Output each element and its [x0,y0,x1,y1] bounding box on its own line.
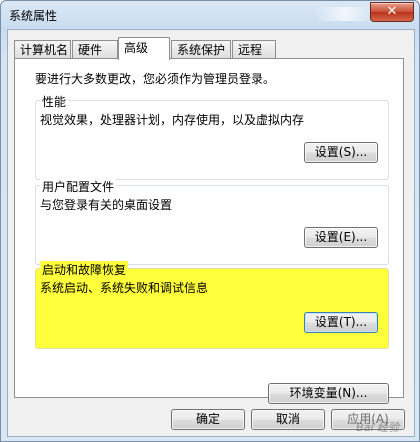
startup-recovery-settings-button[interactable]: 设置(T)... [304,312,378,333]
user-profiles-settings-button[interactable]: 设置(E)... [304,227,378,248]
title-bar[interactable]: 系统属性 ✕ [1,1,419,29]
user-profiles-description: 与您登录有关的桌面设置 [40,198,173,212]
performance-title: 性能 [40,93,69,110]
tab-system-protection[interactable]: 系统保护 [171,40,231,58]
footer-buttons: 确定 取消 应用(A) [8,404,414,436]
close-button[interactable]: ✕ [370,2,414,22]
window-title: 系统属性 [9,9,58,23]
tab-computer-name[interactable]: 计算机名 [14,40,71,58]
startup-recovery-description: 系统启动、系统失败和调试信息 [40,281,209,295]
dialog-client: 计算机名 硬件 高级 系统保护 远程 要进行大多数更改，您必须作为管理员登录。 … [7,29,415,437]
startup-recovery-title: 启动和故障恢复 [40,261,129,278]
advanced-panel: 要进行大多数更改，您必须作为管理员登录。 性能 视觉效果，处理器计划，内存使用，… [14,58,404,404]
performance-settings-button[interactable]: 设置(S)... [304,142,378,163]
user-profiles-title: 用户配置文件 [40,178,117,195]
tab-advanced[interactable]: 高级 [118,37,170,60]
performance-group: 性能 视觉效果，处理器计划，内存使用，以及虚拟内存 设置(S)... [35,93,389,180]
performance-description: 视觉效果，处理器计划，内存使用，以及虚拟内存 [40,113,305,127]
startup-recovery-group: 启动和故障恢复 系统启动、系统失败和调试信息 设置(T)... [35,261,389,349]
tab-remote[interactable]: 远程 [232,40,276,58]
cancel-button[interactable]: 取消 [251,409,325,430]
admin-notice: 要进行大多数更改，您必须作为管理员登录。 [35,72,276,86]
ok-button[interactable]: 确定 [171,409,245,430]
watermark: Bai 经验 [356,421,399,434]
user-profiles-group: 用户配置文件 与您登录有关的桌面设置 设置(E)... [35,178,389,265]
environment-variables-button[interactable]: 环境变量(N)... [268,383,389,404]
tab-hardware[interactable]: 硬件 [72,40,118,58]
title-blur [315,7,375,21]
system-properties-window: 系统属性 ✕ 计算机名 硬件 高级 系统保护 远程 要进行大多数更改，您必须作为… [0,0,420,442]
